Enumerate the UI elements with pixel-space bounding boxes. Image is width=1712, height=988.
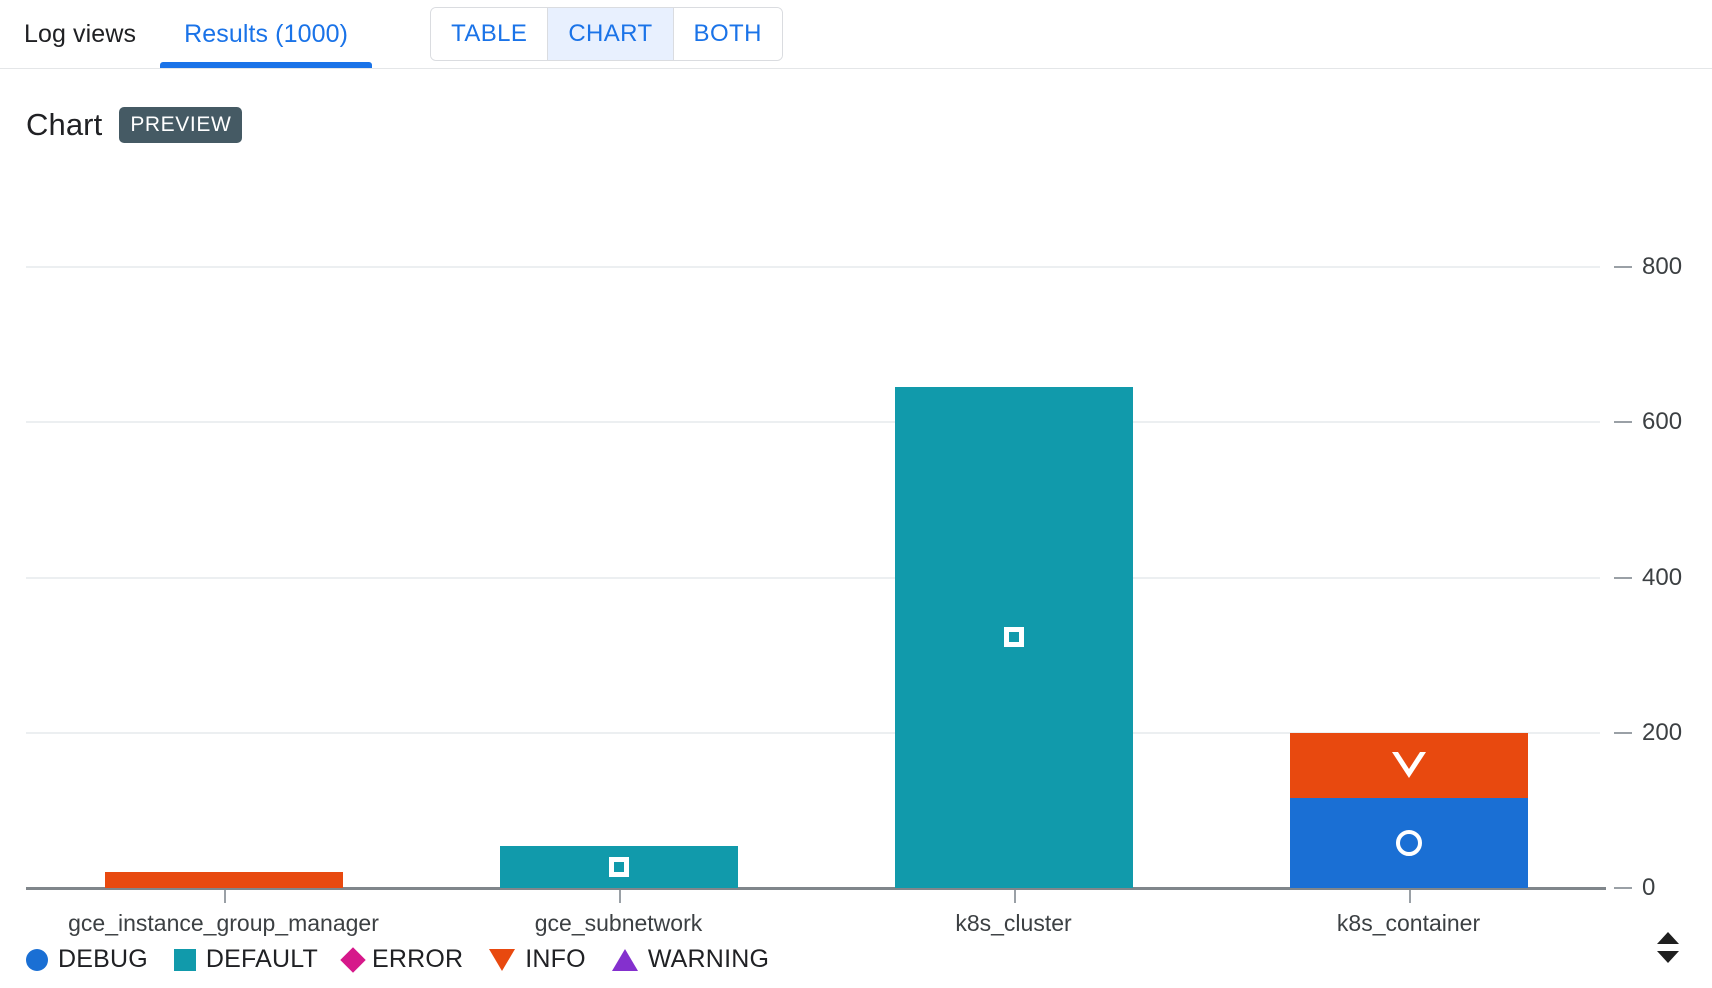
- y-axis-label: 800: [1642, 253, 1683, 281]
- view-mode-table[interactable]: TABLE: [431, 8, 549, 60]
- y-axis-tick: [1614, 887, 1632, 889]
- x-axis-label: gce_subnetwork: [534, 910, 703, 936]
- x-axis-label: k8s_cluster: [955, 910, 1072, 936]
- bar-group[interactable]: [499, 846, 738, 888]
- y-axis-tick: [1614, 421, 1632, 424]
- triangle-down-marker-icon: [1391, 752, 1426, 779]
- bar-segment[interactable]: [894, 386, 1133, 888]
- y-axis-tick: [1614, 266, 1632, 269]
- bar-group[interactable]: [104, 871, 343, 888]
- x-axis-tick: [1013, 890, 1016, 903]
- tab-bar: Log views Results (1000) TABLE CHART BOTH: [0, 0, 1712, 69]
- bar-group[interactable]: [1289, 732, 1528, 888]
- legend-item-error[interactable]: ERROR: [340, 945, 464, 974]
- y-axis-label: 400: [1642, 563, 1683, 591]
- x-axis-tick: [618, 890, 621, 903]
- tab-log-views[interactable]: Log views: [0, 0, 160, 68]
- page-title: Chart: [26, 107, 103, 142]
- legend-item-default[interactable]: DEFAULT: [173, 945, 318, 974]
- square-marker-icon: [1003, 627, 1024, 648]
- tab-results-label: Results (1000): [184, 19, 349, 48]
- legend-label: ERROR: [371, 945, 464, 973]
- bar-segment[interactable]: [1289, 732, 1528, 798]
- legend-triangle-up-icon: [611, 948, 638, 971]
- x-axis-tick: [223, 890, 226, 903]
- expand-collapse-button[interactable]: [1646, 920, 1690, 974]
- bar-segment[interactable]: [1289, 797, 1528, 888]
- gridline: [26, 266, 1600, 269]
- legend-triangle-down-icon: [489, 948, 516, 971]
- tab-active-underline: [160, 62, 373, 68]
- preview-badge: PREVIEW: [119, 107, 243, 143]
- y-axis-label: 200: [1642, 718, 1683, 746]
- chart-area: 0 200 400 600 800 gce_instance_group_manager g…: [0, 205, 1712, 936]
- x-axis-label: k8s_container: [1336, 910, 1481, 936]
- circle-marker-icon: [1395, 829, 1422, 856]
- view-mode-chart-label: CHART: [568, 20, 653, 47]
- view-mode-both-label: BOTH: [693, 20, 762, 47]
- legend-item-debug[interactable]: DEBUG: [26, 945, 148, 974]
- legend-item-info[interactable]: INFO: [489, 945, 586, 974]
- view-mode-toggle: TABLE CHART BOTH: [430, 7, 783, 61]
- tab-results[interactable]: Results (1000): [160, 0, 373, 68]
- tab-log-views-label: Log views: [24, 19, 137, 48]
- y-axis-tick: [1614, 576, 1632, 579]
- legend-diamond-icon: [340, 946, 366, 973]
- legend-circle-icon: [26, 948, 48, 971]
- chart-legend: DEBUG DEFAULT ERROR INFO WARNING: [26, 945, 795, 974]
- plot-canvas: 0 200 400 600 800 gce_instance_group_manager g…: [26, 205, 1682, 936]
- legend-label: INFO: [525, 945, 586, 973]
- chart-panel-header: Chart PREVIEW: [0, 69, 1712, 151]
- x-axis-tick: [1408, 890, 1411, 903]
- square-marker-icon: [608, 857, 629, 878]
- x-axis-label: gce_instance_group_manager: [68, 910, 379, 936]
- gridline: [26, 576, 1600, 579]
- legend-item-warning[interactable]: WARNING: [611, 945, 770, 974]
- view-mode-table-label: TABLE: [451, 20, 528, 47]
- chevron-up-icon: [1657, 931, 1679, 944]
- bar-group[interactable]: [894, 386, 1133, 888]
- legend-label: DEBUG: [58, 945, 148, 973]
- legend-square-icon: [173, 948, 196, 971]
- legend-label: WARNING: [647, 945, 770, 973]
- gridline: [26, 421, 1600, 424]
- chevron-down-icon: [1657, 950, 1679, 963]
- bar-segment[interactable]: [499, 846, 738, 888]
- y-axis-label: 600: [1642, 408, 1683, 436]
- legend-label: DEFAULT: [205, 945, 318, 973]
- view-mode-chart[interactable]: CHART: [548, 8, 674, 60]
- bar-segment[interactable]: [104, 871, 343, 888]
- y-axis-tick: [1614, 731, 1632, 734]
- view-mode-both[interactable]: BOTH: [673, 8, 782, 60]
- y-axis-label: 0: [1642, 874, 1656, 901]
